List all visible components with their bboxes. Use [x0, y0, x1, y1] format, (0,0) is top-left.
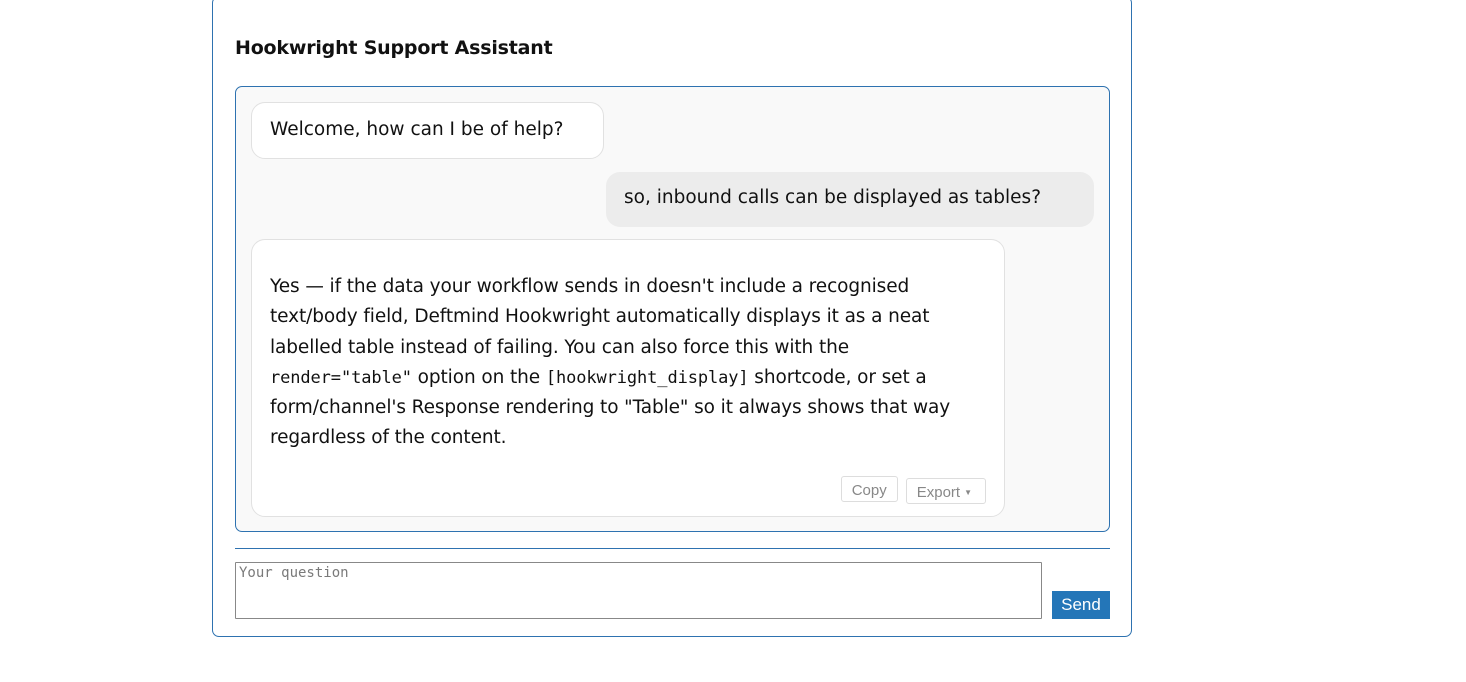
message-text: Welcome, how can I be of help? — [270, 119, 564, 140]
message-text: so, inbound calls can be displayed as ta… — [624, 187, 1042, 208]
send-button[interactable]: Send — [1052, 591, 1110, 619]
assistant-title: Hookwright Support Assistant — [235, 37, 553, 59]
copy-button[interactable]: Copy — [840, 476, 898, 502]
code-snippet-render-option: render="table" — [270, 367, 412, 388]
question-input[interactable] — [235, 562, 1042, 619]
message-text-part: option on the — [411, 366, 546, 388]
code-snippet-shortcode: [hookwright_display] — [545, 367, 749, 388]
assistant-panel: Hookwright Support Assistant Welcome, ho… — [212, 0, 1132, 637]
message-actions: Copy Export ▼ — [840, 476, 986, 504]
chevron-down-icon: ▼ — [964, 488, 972, 497]
export-button[interactable]: Export ▼ — [905, 478, 986, 504]
user-message: so, inbound calls can be displayed as ta… — [606, 172, 1094, 227]
export-button-label: Export — [916, 484, 961, 501]
assistant-message: Welcome, how can I be of help? — [251, 102, 604, 159]
chat-log[interactable]: Welcome, how can I be of help? so, inbou… — [235, 86, 1110, 532]
message-text-part: Yes — if the data your workflow sends in… — [270, 276, 930, 358]
assistant-message: Yes — if the data your workflow sends in… — [251, 239, 1005, 517]
composer-divider — [235, 548, 1110, 549]
message-text: Yes — if the data your workflow sends in… — [270, 272, 986, 454]
